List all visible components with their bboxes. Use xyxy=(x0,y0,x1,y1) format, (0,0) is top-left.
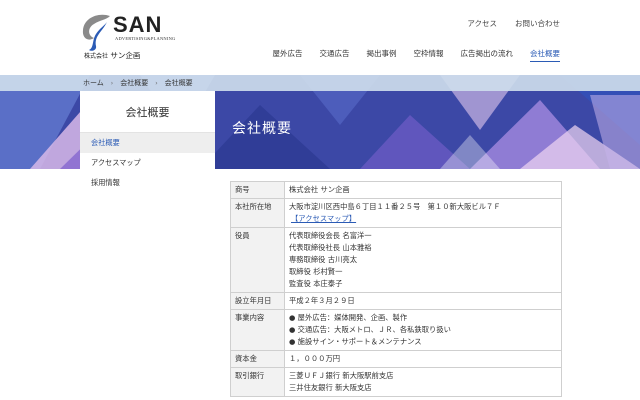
row-value: 株式会社 サン企画 xyxy=(284,181,562,199)
logo-company-prefix: 株式会社 xyxy=(84,53,109,60)
breadcrumb: ホーム › 会社概要 › 会社概要 xyxy=(0,75,640,91)
row-label: 資本金 xyxy=(230,350,285,368)
row-value: 平成２年３月２９日 xyxy=(284,292,562,310)
site-logo[interactable]: SAN ADVERTISING&PLANNING 株式会社 サン企画 xyxy=(80,10,190,65)
logo-mark-icon xyxy=(82,14,110,51)
main-nav: 屋外広告 交通広告 掲出事例 空枠情報 広告掲出の流れ 会社概要 xyxy=(273,48,560,62)
value-line: 大阪市淀川区西中島６丁目１１番２５号 第１０新大阪ビル７Ｆ xyxy=(289,202,501,211)
breadcrumb-company[interactable]: 会社概要 xyxy=(120,78,148,88)
nav-vacancy-info[interactable]: 空枠情報 xyxy=(414,48,444,62)
sidebar-item-recruitment[interactable]: 採用情報 xyxy=(80,173,215,193)
site-header: SAN ADVERTISING&PLANNING 株式会社 サン企画 アクセス … xyxy=(0,0,640,75)
nav-outdoor-ads[interactable]: 屋外広告 xyxy=(273,48,303,62)
table-row: 資本金 １，０００万円 xyxy=(230,350,562,368)
row-label: 役員 xyxy=(230,227,285,293)
value-line: 取締役 杉村賢一 xyxy=(289,267,343,276)
logo-tagline: ADVERTISING&PLANNING xyxy=(115,36,176,41)
row-value: ● 屋外広告：媒体開発、企画、製作 ● 交通広告：大阪メトロ、ＪＲ、各私鉄取り扱… xyxy=(284,309,562,351)
row-label: 取引銀行 xyxy=(230,367,285,397)
company-info-table: 商号 株式会社 サン企画 本社所在地 大阪市淀川区西中島６丁目１１番２５号 第１… xyxy=(230,181,562,397)
row-value: 代表取締役会長 名富洋一 代表取締役社長 山本雅裕 専務取締役 古川亮太 取締役… xyxy=(284,227,562,293)
utility-nav: アクセス お問い合わせ xyxy=(467,18,560,29)
row-label: 商号 xyxy=(230,181,285,199)
table-row: 設立年月日 平成２年３月２９日 xyxy=(230,292,562,310)
table-row: 取引銀行 三菱ＵＦＪ銀行 新大阪駅前支店 三井住友銀行 新大阪支店 xyxy=(230,367,562,397)
nav-ad-flow[interactable]: 広告掲出の流れ xyxy=(461,48,514,62)
nav-company-profile[interactable]: 会社概要 xyxy=(530,48,560,62)
table-row: 役員 代表取締役会長 名富洋一 代表取締役社長 山本雅裕 専務取締役 古川亮太 … xyxy=(230,227,562,293)
access-map-link[interactable]: 【アクセスマップ】 xyxy=(289,214,356,223)
value-line: 平成２年３月２９日 xyxy=(289,296,355,305)
table-row: 事業内容 ● 屋外広告：媒体開発、企画、製作 ● 交通広告：大阪メトロ、ＪＲ、各… xyxy=(230,309,562,351)
value-line: 株式会社 サン企画 xyxy=(289,185,350,194)
logo-brand: SAN xyxy=(113,12,163,37)
sidebar-title: 会社概要 xyxy=(80,91,215,133)
value-line: 代表取締役社長 山本雅裕 xyxy=(289,243,372,252)
value-line: 三菱ＵＦＪ銀行 新大阪駅前支店 xyxy=(289,371,394,380)
row-value: 三菱ＵＦＪ銀行 新大阪駅前支店 三井住友銀行 新大阪支店 xyxy=(284,367,562,397)
nav-transit-ads[interactable]: 交通広告 xyxy=(320,48,350,62)
breadcrumb-home[interactable]: ホーム xyxy=(83,78,104,88)
sidebar-item-access-map[interactable]: アクセスマップ xyxy=(80,153,215,173)
value-line: ● 屋外広告：媒体開発、企画、製作 xyxy=(289,313,408,322)
sidebar-item-company-profile[interactable]: 会社概要 xyxy=(80,133,215,153)
table-row: 本社所在地 大阪市淀川区西中島６丁目１１番２５号 第１０新大阪ビル７Ｆ 【アクセ… xyxy=(230,198,562,228)
breadcrumb-current: 会社概要 xyxy=(164,79,193,87)
value-line: 代表取締役会長 名富洋一 xyxy=(289,231,372,240)
nav-case-studies[interactable]: 掲出事例 xyxy=(367,48,397,62)
table-row: 商号 株式会社 サン企画 xyxy=(230,181,562,199)
logo-company-name: 株式会社 サン企画 xyxy=(84,50,140,61)
logo-company-main: サン企画 xyxy=(110,51,141,60)
value-line: 監査役 本庄泰子 xyxy=(289,279,343,288)
breadcrumb-chevron-icon: › xyxy=(155,79,158,87)
value-line: ● 交通広告：大阪メトロ、ＪＲ、各私鉄取り扱い xyxy=(289,325,451,334)
row-value: 大阪市淀川区西中島６丁目１１番２５号 第１０新大阪ビル７Ｆ 【アクセスマップ】 xyxy=(284,198,562,228)
value-line: ● 施設サイン・サポート＆メンテナンス xyxy=(289,337,422,346)
value-line: １，０００万円 xyxy=(289,354,341,363)
row-label: 本社所在地 xyxy=(230,198,285,228)
breadcrumb-chevron-icon: › xyxy=(110,79,114,87)
util-nav-access[interactable]: アクセス xyxy=(467,18,497,29)
page-title: 会社概要 xyxy=(232,121,292,137)
value-line: 三井住友銀行 新大阪支店 xyxy=(289,383,372,392)
sidebar: 会社概要 会社概要 アクセスマップ 採用情報 xyxy=(80,91,215,400)
row-value: １，０００万円 xyxy=(284,350,562,368)
row-label: 設立年月日 xyxy=(230,292,285,310)
row-label: 事業内容 xyxy=(230,309,285,351)
util-nav-contact[interactable]: お問い合わせ xyxy=(515,18,560,29)
value-line: 専務取締役 古川亮太 xyxy=(289,255,357,264)
